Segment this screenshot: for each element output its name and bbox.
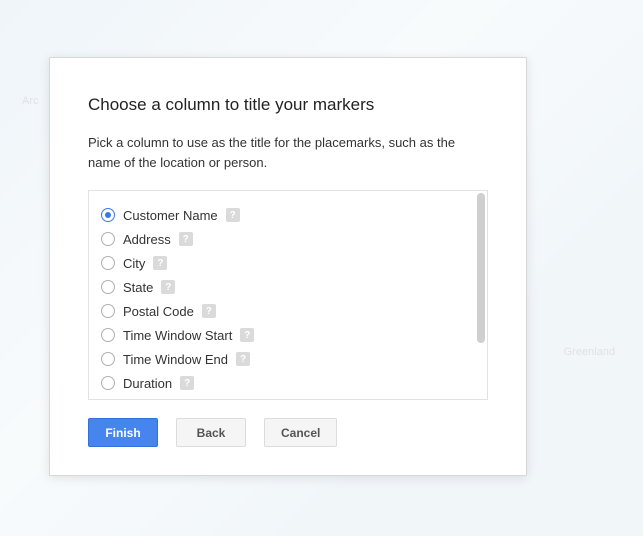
scrollbar-thumb[interactable]	[477, 193, 485, 343]
column-option-label: Time Window Start	[123, 328, 232, 343]
column-option[interactable]: City?	[101, 251, 469, 275]
radio-button[interactable]	[101, 256, 115, 270]
help-icon[interactable]: ?	[153, 256, 167, 270]
radio-button[interactable]	[101, 232, 115, 246]
help-icon[interactable]: ?	[240, 328, 254, 342]
radio-button[interactable]	[101, 352, 115, 366]
column-options-listbox: Customer Name?Address?City?State?Postal …	[88, 190, 488, 400]
help-icon[interactable]: ?	[202, 304, 216, 318]
column-option[interactable]: Customer Name?	[101, 203, 469, 227]
radio-button[interactable]	[101, 376, 115, 390]
column-option-label: Time Window End	[123, 352, 228, 367]
cancel-button[interactable]: Cancel	[264, 418, 337, 447]
dialog-title: Choose a column to title your markers	[88, 95, 488, 115]
column-option-label: Address	[123, 232, 171, 247]
dialog-description: Pick a column to use as the title for th…	[88, 133, 488, 172]
radio-button[interactable]	[101, 280, 115, 294]
radio-button[interactable]	[101, 328, 115, 342]
column-option[interactable]: Postal Code?	[101, 299, 469, 323]
dialog-button-row: Finish Back Cancel	[88, 418, 488, 447]
column-option-label: Postal Code	[123, 304, 194, 319]
column-option-label: Customer Name	[123, 208, 218, 223]
column-option-label: City	[123, 256, 145, 271]
help-icon[interactable]: ?	[179, 232, 193, 246]
radio-button[interactable]	[101, 208, 115, 222]
column-option[interactable]: Address?	[101, 227, 469, 251]
column-option-label: State	[123, 280, 153, 295]
radio-button[interactable]	[101, 304, 115, 318]
help-icon[interactable]: ?	[161, 280, 175, 294]
column-title-dialog: Choose a column to title your markers Pi…	[49, 57, 527, 476]
column-option[interactable]: Duration?	[101, 371, 469, 395]
help-icon[interactable]: ?	[226, 208, 240, 222]
column-option[interactable]: Time Window End?	[101, 347, 469, 371]
column-option[interactable]: State?	[101, 275, 469, 299]
help-icon[interactable]: ?	[236, 352, 250, 366]
finish-button[interactable]: Finish	[88, 418, 158, 447]
column-option-label: Duration	[123, 376, 172, 391]
column-option[interactable]: Time Window Start?	[101, 323, 469, 347]
help-icon[interactable]: ?	[180, 376, 194, 390]
back-button[interactable]: Back	[176, 418, 246, 447]
